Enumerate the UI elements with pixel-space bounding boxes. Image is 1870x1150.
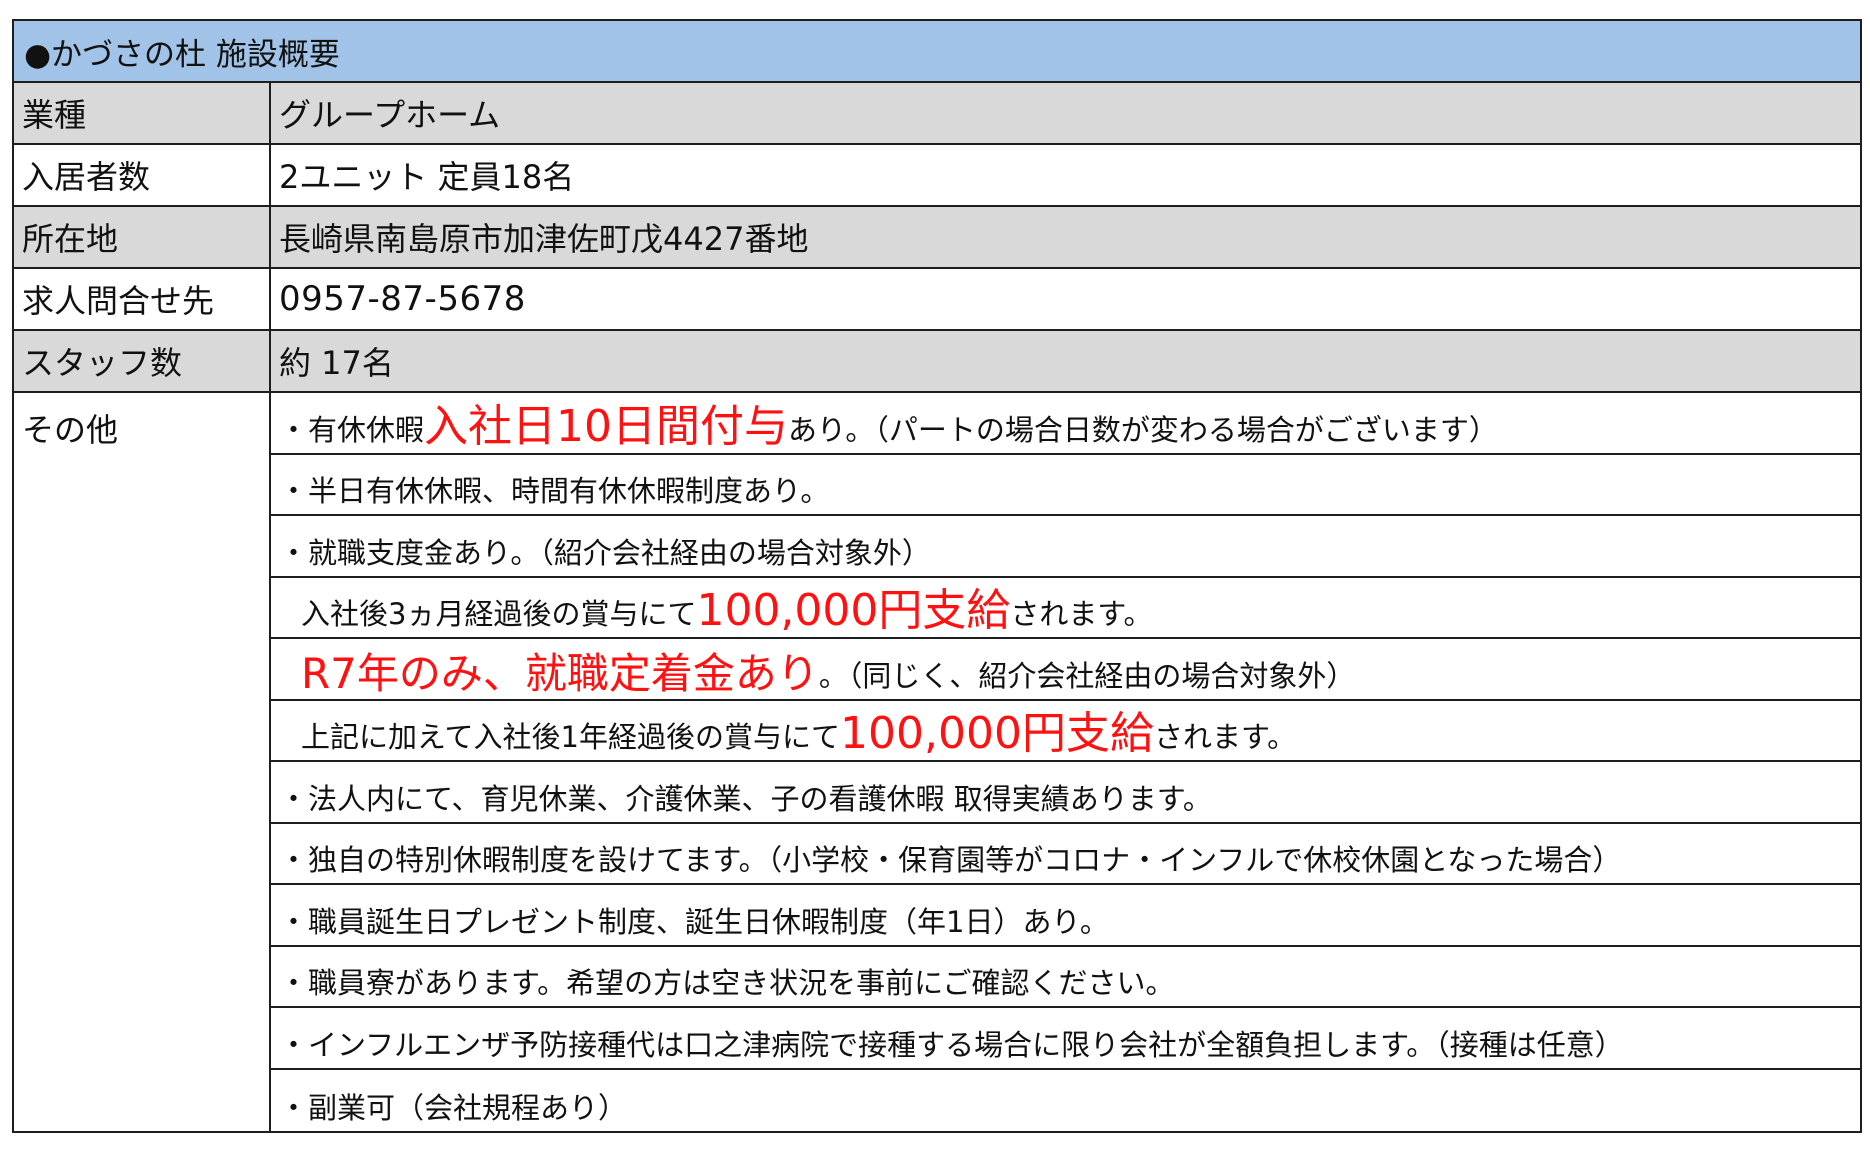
- item-text: ・インフルエンザ予防接種代は口之津病院で接種する場合に限り会社が全額負担します。…: [279, 1027, 1624, 1062]
- list-item: ・副業可（会社規程あり）: [271, 1070, 1860, 1132]
- label-recruit-contact: 求人問合せ先: [14, 269, 271, 331]
- list-item: ・インフルエンザ予防接種代は口之津病院で接種する場合に限り会社が全額負担します。…: [271, 1008, 1860, 1070]
- list-item: ・職員寮があります。希望の方は空き状況を事前にご確認ください。: [271, 947, 1860, 1008]
- item-text: 。（同じく、紹介会社経由の場合対象外）: [818, 658, 1356, 693]
- list-item: ・独自の特別休暇制度を設けてます。（小学校・保育園等がコロナ・インフルで休校休園…: [271, 824, 1860, 885]
- label-other: その他: [14, 393, 271, 1131]
- item-text: 上記に加えて入社後1年経過後の賞与にて: [301, 720, 841, 754]
- label-residents: 入居者数: [14, 145, 271, 207]
- label-staff-count: スタッフ数: [14, 331, 271, 393]
- emphasis-text: R7年のみ、就職定着金あり: [301, 648, 819, 698]
- emphasis-text: 入社日10日間付与: [424, 400, 789, 452]
- list-item: ・半日有休休暇、時間有休休暇制度あり。: [271, 455, 1860, 516]
- item-text: ・法人内にて、育児休業、介護休業、子の看護休暇 取得実績あります。: [279, 781, 1212, 816]
- value-recruit-contact: 0957-87-5678: [271, 269, 1860, 331]
- facility-overview-table: ●かづさの杜 施設概要 業種 グループホーム 入居者数 2ユニット 定員18名 …: [12, 19, 1862, 1133]
- item-text: ・独自の特別休暇制度を設けてます。（小学校・保育園等がコロナ・インフルで休校休園…: [279, 843, 1622, 877]
- list-item: ・有休休暇 入社日10日間付与 あり。（パートの場合日数が変わる場合がございます）: [271, 393, 1860, 455]
- item-text: されます。: [1153, 720, 1297, 754]
- value-staff-count: 約 17名: [271, 331, 1860, 393]
- item-text: ・就職支度金あり。（紹介会社経由の場合対象外）: [279, 535, 931, 570]
- item-text: ・職員寮があります。希望の方は空き状況を事前にご確認ください。: [279, 966, 1175, 1000]
- value-residents: 2ユニット 定員18名: [271, 145, 1860, 207]
- emphasis-text: 100,000円支給: [840, 708, 1154, 759]
- item-text: あり。（パートの場合日数が変わる場合がございます）: [788, 412, 1498, 447]
- value-industry: グループホーム: [271, 83, 1860, 145]
- label-location: 所在地: [14, 207, 271, 269]
- list-item: 上記に加えて入社後1年経過後の賞与にて 100,000円支給 されます。: [271, 701, 1860, 762]
- list-item: ・法人内にて、育児休業、介護休業、子の看護休暇 取得実績あります。: [271, 762, 1860, 824]
- table-title: ●かづさの杜 施設概要: [14, 21, 1860, 83]
- label-industry: 業種: [14, 83, 271, 145]
- item-text: ・有休休暇: [279, 412, 425, 447]
- list-item: ・職員誕生日プレゼント制度、誕生日休暇制度（年1日）あり。: [271, 885, 1860, 947]
- list-item: 入社後3ヵ月経過後の賞与にて 100,000円支給 されます。: [271, 578, 1860, 639]
- item-text: ・職員誕生日プレゼント制度、誕生日休暇制度（年1日）あり。: [279, 904, 1109, 939]
- list-item: R7年のみ、就職定着金あり 。（同じく、紹介会社経由の場合対象外）: [271, 639, 1860, 701]
- item-text: ・半日有休休暇、時間有休休暇制度あり。: [279, 474, 830, 508]
- item-text: されます。: [1010, 597, 1153, 631]
- emphasis-text: 100,000円支給: [696, 585, 1011, 636]
- list-item: ・就職支度金あり。（紹介会社経由の場合対象外）: [271, 516, 1860, 578]
- value-location: 長崎県南島原市加津佐町戊4427番地: [271, 207, 1860, 269]
- item-text: 入社後3ヵ月経過後の賞与にて: [301, 597, 697, 631]
- item-text: ・副業可（会社規程あり）: [279, 1091, 628, 1125]
- other-list: ・有休休暇 入社日10日間付与 あり。（パートの場合日数が変わる場合がございます） …: [271, 393, 1860, 1131]
